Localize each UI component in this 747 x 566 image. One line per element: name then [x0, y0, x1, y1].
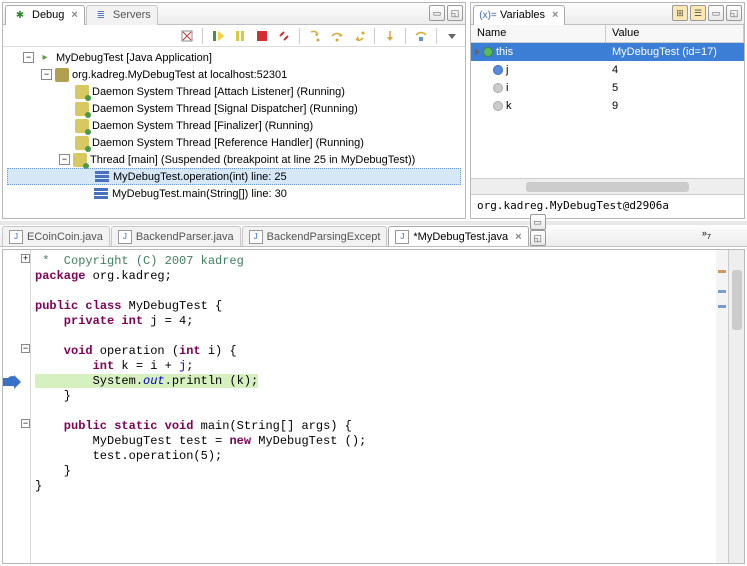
tree-thread[interactable]: Daemon System Thread [Finalizer] (Runnin…	[7, 117, 461, 134]
vm-icon	[55, 68, 69, 82]
variable-row-this[interactable]: this MyDebugTest (id=17)	[471, 43, 744, 61]
java-file-icon: J	[395, 230, 409, 244]
step-filters-icon[interactable]	[412, 27, 430, 45]
maximize-button[interactable]: ◱	[530, 230, 546, 246]
column-value-header[interactable]: Value	[606, 25, 744, 42]
editor-tab[interactable]: JECoinCoin.java	[2, 226, 110, 246]
more-tabs-indicator[interactable]: »7	[702, 228, 711, 241]
java-file-icon: J	[9, 230, 23, 244]
overview-mark-icon	[718, 290, 726, 293]
step-over-icon[interactable]	[328, 27, 346, 45]
drop-frame-icon[interactable]	[381, 27, 399, 45]
tab-variables[interactable]: (x)= Variables ×	[473, 5, 565, 25]
disconnect-icon[interactable]	[275, 27, 293, 45]
vertical-scrollbar[interactable]	[728, 250, 744, 563]
thread-icon	[73, 153, 87, 167]
local-icon	[493, 101, 503, 111]
minimize-button[interactable]: ▭	[708, 5, 724, 21]
tree-thread[interactable]: Daemon System Thread [Attach Listener] (…	[7, 83, 461, 100]
thread-icon	[75, 102, 89, 116]
view-menu-icon[interactable]	[443, 27, 461, 45]
fold-expand-icon[interactable]: +	[21, 254, 30, 263]
tree-vm[interactable]: − org.kadreg.MyDebugTest at localhost:52…	[7, 66, 461, 83]
column-name-header[interactable]: Name	[471, 25, 606, 42]
bug-icon: ✱	[12, 7, 28, 23]
thread-icon	[75, 136, 89, 150]
step-into-icon[interactable]	[306, 27, 324, 45]
remove-terminated-icon[interactable]	[178, 27, 196, 45]
show-type-names-button[interactable]: ⊞	[672, 5, 688, 21]
close-icon[interactable]: ×	[71, 9, 77, 21]
java-file-icon: J	[249, 230, 263, 244]
servers-icon: ≣	[93, 7, 109, 23]
expand-icon[interactable]	[475, 48, 480, 56]
local-icon	[493, 83, 503, 93]
resume-icon[interactable]	[209, 27, 227, 45]
terminate-icon[interactable]	[253, 27, 271, 45]
suspend-icon[interactable]	[231, 27, 249, 45]
fold-collapse-icon[interactable]: −	[21, 419, 30, 428]
tab-debug[interactable]: ✱ Debug ×	[5, 5, 85, 25]
editor-tab[interactable]: JBackendParsingExcept	[242, 226, 388, 246]
tab-label: Variables	[500, 9, 545, 21]
minimize-button[interactable]: ▭	[530, 214, 546, 230]
variable-row[interactable]: k 9	[471, 97, 744, 115]
instruction-pointer-icon	[2, 378, 14, 386]
close-icon[interactable]: ×	[552, 9, 558, 21]
tab-label: Servers	[113, 9, 151, 21]
editor-gutter[interactable]: + − −	[3, 250, 31, 563]
stack-frame[interactable]: MyDebugTest.main(String[]) line: 30	[7, 185, 461, 202]
variable-row[interactable]: j 4	[471, 61, 744, 79]
tab-label: Debug	[32, 9, 64, 21]
thread-icon	[75, 85, 89, 99]
frame-icon	[95, 175, 109, 178]
tree-thread-suspended[interactable]: −Thread [main] (Suspended (breakpoint at…	[7, 151, 461, 168]
close-icon[interactable]: ×	[515, 231, 521, 243]
this-icon	[483, 47, 493, 57]
variable-detail-pane[interactable]: org.kadreg.MyDebugTest@d2906a	[471, 194, 744, 218]
overview-ruler[interactable]	[716, 250, 728, 563]
tree-thread[interactable]: Daemon System Thread [Reference Handler]…	[7, 134, 461, 151]
step-return-icon[interactable]	[350, 27, 368, 45]
field-icon	[493, 65, 503, 75]
maximize-button[interactable]: ◱	[726, 5, 742, 21]
run-icon: ▸	[37, 50, 53, 66]
collapse-icon[interactable]: −	[41, 69, 52, 80]
editor-tab-active[interactable]: J*MyDebugTest.java×	[388, 226, 528, 246]
stack-frame-selected[interactable]: MyDebugTest.operation(int) line: 25	[7, 168, 461, 185]
collapse-icon[interactable]: −	[59, 154, 70, 165]
fold-collapse-icon[interactable]: −	[21, 344, 30, 353]
code-editor[interactable]: * Copyright (C) 2007 kadreg package org.…	[31, 250, 716, 563]
variables-icon: (x)=	[480, 7, 496, 23]
frame-icon	[94, 192, 108, 195]
editor-tab[interactable]: JBackendParser.java	[111, 226, 241, 246]
tree-launch-config[interactable]: − ▸ MyDebugTest [Java Application]	[7, 49, 461, 66]
java-file-icon: J	[118, 230, 132, 244]
maximize-button[interactable]: ◱	[447, 5, 463, 21]
logical-structure-button[interactable]: ☰	[690, 5, 706, 21]
minimize-button[interactable]: ▭	[429, 5, 445, 21]
overview-mark-icon	[718, 305, 726, 308]
tree-thread[interactable]: Daemon System Thread [Signal Dispatcher]…	[7, 100, 461, 117]
variable-row[interactable]: i 5	[471, 79, 744, 97]
tab-servers[interactable]: ≣ Servers	[86, 5, 158, 25]
thread-icon	[75, 119, 89, 133]
horizontal-scrollbar[interactable]	[471, 178, 744, 194]
debug-tree[interactable]: − ▸ MyDebugTest [Java Application] − org…	[3, 47, 465, 218]
collapse-icon[interactable]: −	[23, 52, 34, 63]
overview-mark-icon	[718, 270, 726, 273]
variables-table[interactable]: this MyDebugTest (id=17) j 4 i 5 k 9	[471, 43, 744, 178]
